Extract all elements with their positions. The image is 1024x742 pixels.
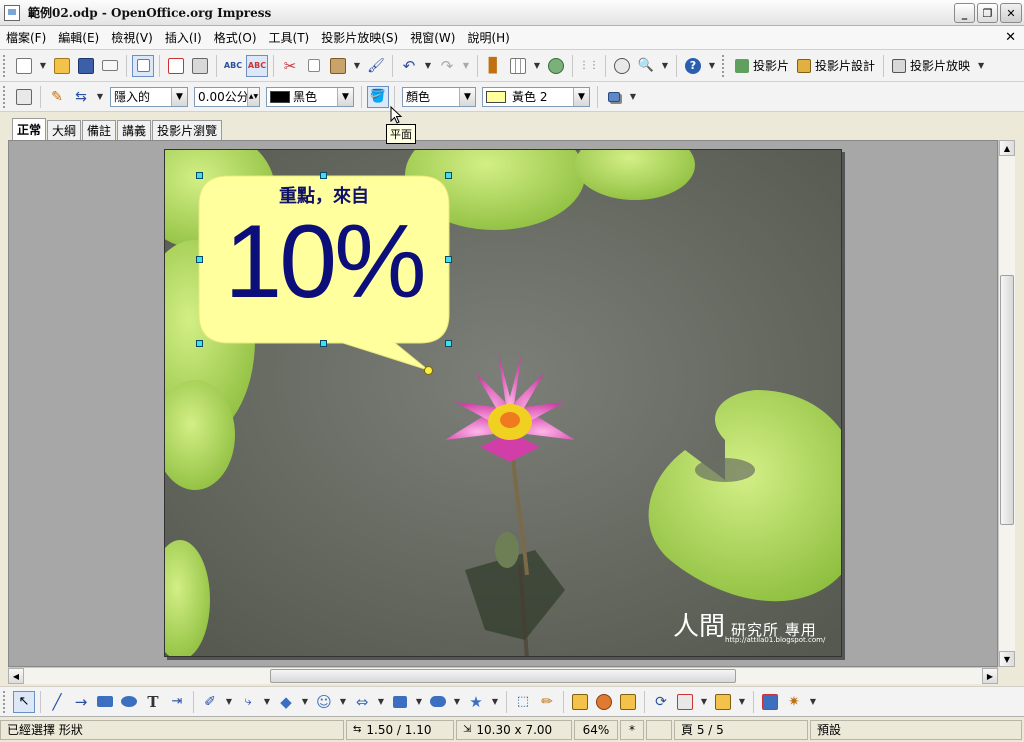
flowchart-icon[interactable] <box>389 691 411 713</box>
alignment-icon[interactable] <box>674 691 696 713</box>
status-size-value: 10.30 x 7.00 <box>476 722 553 737</box>
selection-handle[interactable] <box>196 256 203 263</box>
status-position: ⇆ 1.50 / 1.10 <box>346 719 454 740</box>
selection-handle[interactable] <box>320 340 327 347</box>
flowchart-dropdown-icon[interactable]: ▼ <box>413 691 425 713</box>
status-position-value: 1.50 / 1.10 <box>366 722 432 737</box>
rectangle-tool-icon[interactable] <box>94 691 116 713</box>
status-modified: * <box>620 719 644 740</box>
horizontal-scroll-thumb[interactable] <box>270 669 736 683</box>
size-icon: ⇲ <box>463 724 472 735</box>
basic-shapes-dropdown-icon[interactable]: ▼ <box>299 691 311 713</box>
block-arrows-dropdown-icon[interactable]: ▼ <box>375 691 387 713</box>
vertical-scroll-thumb[interactable] <box>1000 275 1014 525</box>
scroll-right-icon[interactable]: ▶ <box>982 668 998 684</box>
gallery-icon[interactable] <box>617 691 639 713</box>
callout-pointer-handle[interactable] <box>424 366 433 375</box>
symbol-shapes-dropdown-icon[interactable]: ▼ <box>337 691 349 713</box>
toolbar-separator <box>563 690 564 713</box>
curve-dropdown-icon[interactable]: ▼ <box>223 691 235 713</box>
text-tool-icon[interactable]: T <box>142 691 164 713</box>
toolbar-grip[interactable] <box>3 690 9 713</box>
line-tool-icon[interactable]: ╱ <box>46 691 68 713</box>
toolbar-separator <box>506 690 507 713</box>
toolbar-overflow-icon[interactable]: ▼ <box>807 691 819 713</box>
status-selection: 已經選擇 形狀 <box>0 719 344 740</box>
insert-image-icon[interactable] <box>593 691 615 713</box>
scroll-up-icon[interactable]: ▲ <box>999 140 1015 156</box>
stars-icon[interactable]: ★ <box>465 691 487 713</box>
connectors-dropdown-icon[interactable]: ▼ <box>261 691 273 713</box>
callout-percentage[interactable]: 10% <box>199 210 449 314</box>
extrusion-icon[interactable] <box>759 691 781 713</box>
vertical-scrollbar[interactable]: ▲ ▼ <box>998 140 1015 667</box>
selection-handle[interactable] <box>445 256 452 263</box>
connectors-tool-icon[interactable]: ⤷ <box>237 691 259 713</box>
status-page: 頁 5 / 5 <box>674 719 808 740</box>
select-arrow-icon[interactable]: ↖ <box>13 690 35 713</box>
selection-handle[interactable] <box>320 172 327 179</box>
status-zoom[interactable]: 64% <box>574 719 618 740</box>
3d-effects-icon[interactable]: ✷ <box>783 691 805 713</box>
selection-handle[interactable] <box>196 340 203 347</box>
basic-shapes-icon[interactable]: ◆ <box>275 691 297 713</box>
status-layout: 預設 <box>810 719 1022 740</box>
connector-tool-icon[interactable]: ⇥ <box>166 691 188 713</box>
stars-dropdown-icon[interactable]: ▼ <box>489 691 501 713</box>
status-signature[interactable] <box>646 719 672 740</box>
right-edge-bar <box>1015 140 1024 670</box>
points-icon[interactable]: ⬚ <box>512 691 534 713</box>
callouts-icon[interactable] <box>427 691 449 713</box>
horizontal-scrollbar[interactable]: ◀ ▶ <box>8 667 998 684</box>
block-arrows-icon[interactable]: ⇔ <box>351 691 373 713</box>
toolbar-separator <box>40 690 41 713</box>
scroll-left-icon[interactable]: ◀ <box>8 668 24 684</box>
toolbar-separator <box>753 690 754 713</box>
fontwork-gallery-icon[interactable] <box>569 691 591 713</box>
toolbar-separator <box>644 690 645 713</box>
tooltip: 平面 <box>386 124 416 144</box>
arrange-icon[interactable] <box>712 691 734 713</box>
alignment-dropdown-icon[interactable]: ▼ <box>698 691 710 713</box>
line-arrow-tool-icon[interactable]: → <box>70 691 92 713</box>
symbol-shapes-icon[interactable]: ☺ <box>313 691 335 713</box>
callouts-dropdown-icon[interactable]: ▼ <box>451 691 463 713</box>
rotate-icon[interactable]: ⟳ <box>650 691 672 713</box>
status-bar: 已經選擇 形狀 ⇆ 1.50 / 1.10 ⇲ 10.30 x 7.00 64% *… <box>0 716 1024 742</box>
status-size: ⇲ 10.30 x 7.00 <box>456 719 572 740</box>
toolbar-separator <box>193 690 194 713</box>
curve-tool-icon[interactable]: ✐ <box>199 691 221 713</box>
glue-points-icon[interactable]: ✏ <box>536 691 558 713</box>
drawing-toolbar: ↖ ╱ → T ⇥ ✐ ▼ ⤷ ▼ ◆ ▼ ☺ ▼ ⇔ ▼ ▼ ▼ ★ ▼ ⬚ … <box>0 686 1024 716</box>
mouse-pointer-icon <box>390 106 402 124</box>
selection-handle[interactable] <box>196 172 203 179</box>
arrange-dropdown-icon[interactable]: ▼ <box>736 691 748 713</box>
callout-shape[interactable] <box>0 0 1024 742</box>
selection-handle[interactable] <box>445 340 452 347</box>
selection-handle[interactable] <box>445 172 452 179</box>
ellipse-tool-icon[interactable] <box>118 691 140 713</box>
position-icon: ⇆ <box>353 724 362 735</box>
scroll-down-icon[interactable]: ▼ <box>999 651 1015 667</box>
